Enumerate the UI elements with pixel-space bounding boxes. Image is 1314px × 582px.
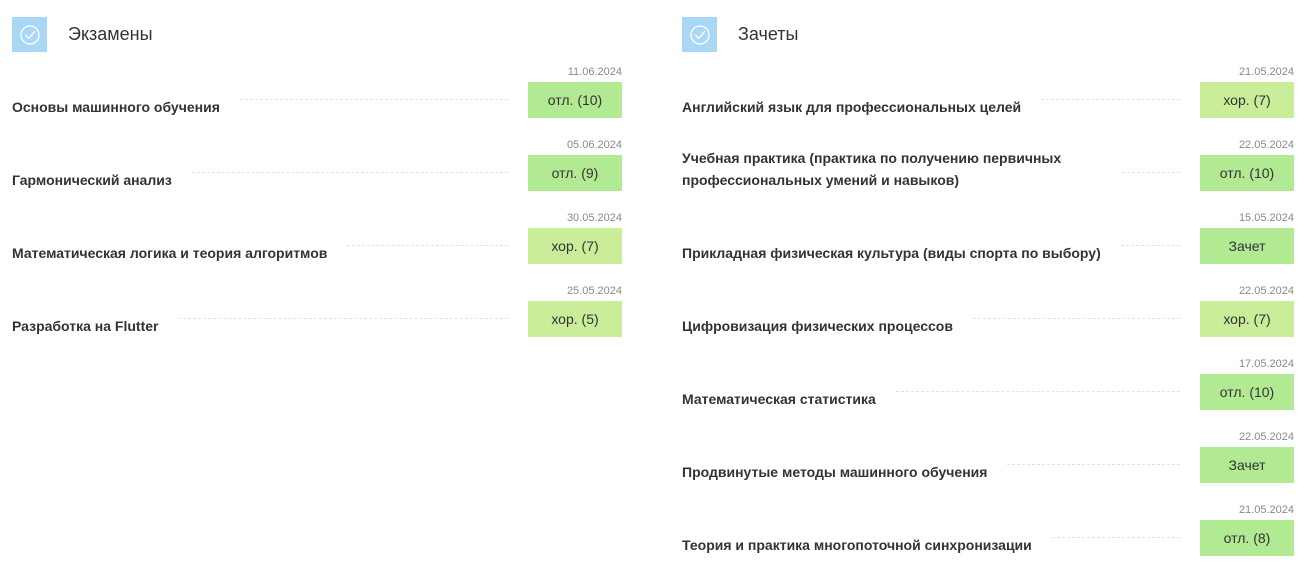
grade-column: 21.05.2024 хор. (7) bbox=[1200, 66, 1294, 118]
grade-date: 25.05.2024 bbox=[566, 285, 622, 297]
grade-date: 30.05.2024 bbox=[566, 212, 622, 224]
subject-name: Основы машинного обучения bbox=[12, 99, 220, 115]
grade-badge: отл. (8) bbox=[1200, 520, 1294, 556]
grade-row: Гармонический анализ 05.06.2024 отл. (9) bbox=[12, 139, 622, 191]
grade-date: 21.05.2024 bbox=[1238, 504, 1294, 516]
check-circle-icon bbox=[12, 17, 47, 52]
exams-header: Экзамены bbox=[12, 17, 622, 52]
subject-name: Учебная практика (практика по получению … bbox=[682, 150, 1062, 188]
dotted-leader bbox=[972, 318, 1180, 319]
grade-date: 11.06.2024 bbox=[567, 66, 622, 78]
grade-date: 05.06.2024 bbox=[566, 139, 622, 151]
exams-list: Основы машинного обучения 11.06.2024 отл. … bbox=[12, 66, 622, 337]
subject-name: Продвинутые методы машинного обучения bbox=[682, 464, 988, 480]
dotted-leader bbox=[1122, 172, 1180, 173]
subject-name: Английский язык для профессиональных цел… bbox=[682, 99, 1022, 115]
grade-row: Теория и практика многопоточной синхрони… bbox=[682, 504, 1294, 556]
subject-name: Гармонический анализ bbox=[12, 172, 172, 188]
credits-title: Зачеты bbox=[738, 24, 799, 44]
check-circle-icon bbox=[682, 17, 717, 52]
exams-title: Экзамены bbox=[68, 24, 153, 44]
grade-column: 21.05.2024 отл. (8) bbox=[1200, 504, 1294, 556]
grade-date: 22.05.2024 bbox=[1238, 285, 1294, 297]
credits-section: Зачеты Английский язык для профессиональ… bbox=[682, 17, 1294, 556]
grade-badge: Зачет bbox=[1200, 447, 1294, 483]
dotted-leader bbox=[1051, 537, 1180, 538]
grade-badge: хор. (7) bbox=[528, 228, 622, 264]
grade-column: 17.05.2024 отл. (10) bbox=[1200, 358, 1294, 410]
grade-badge: отл. (10) bbox=[1200, 155, 1294, 191]
grade-row: Основы машинного обучения 11.06.2024 отл. … bbox=[12, 66, 622, 118]
grade-badge: хор. (5) bbox=[528, 301, 622, 337]
dotted-leader bbox=[191, 172, 508, 173]
credits-header: Зачеты bbox=[682, 17, 1294, 52]
subject-name: Математическая статистика bbox=[682, 391, 876, 407]
dotted-leader bbox=[347, 245, 508, 246]
subject-name: Разработка на Flutter bbox=[12, 318, 159, 334]
grade-column: 25.05.2024 хор. (5) bbox=[528, 285, 622, 337]
subject-name: Прикладная физическая культура (виды спо… bbox=[682, 245, 1101, 261]
grade-date: 22.05.2024 bbox=[1238, 431, 1294, 443]
dotted-leader bbox=[895, 391, 1180, 392]
credits-list: Английский язык для профессиональных цел… bbox=[682, 66, 1294, 556]
grade-badge: хор. (7) bbox=[1200, 82, 1294, 118]
grade-column: 15.05.2024 Зачет bbox=[1200, 212, 1294, 264]
subject-name: Теория и практика многопоточной синхрони… bbox=[682, 537, 1032, 553]
dotted-leader bbox=[1007, 464, 1180, 465]
dotted-leader bbox=[178, 318, 508, 319]
grade-column: 22.05.2024 Зачет bbox=[1200, 431, 1294, 483]
grade-badge: отл. (10) bbox=[1200, 374, 1294, 410]
grade-column: 22.05.2024 отл. (10) bbox=[1200, 139, 1294, 191]
grade-row: Прикладная физическая культура (виды спо… bbox=[682, 212, 1294, 264]
grade-column: 22.05.2024 хор. (7) bbox=[1200, 285, 1294, 337]
grade-row: Разработка на Flutter 25.05.2024 хор. (5) bbox=[12, 285, 622, 337]
grade-column: 11.06.2024 отл. (10) bbox=[528, 66, 622, 118]
grade-row: Продвинутые методы машинного обучения 22.… bbox=[682, 431, 1294, 483]
subject-name: Математическая логика и теория алгоритмо… bbox=[12, 245, 328, 261]
dotted-leader bbox=[1041, 99, 1180, 100]
grade-date: 17.05.2024 bbox=[1238, 358, 1294, 370]
grade-date: 15.05.2024 bbox=[1238, 212, 1294, 224]
grade-row: Математическая логика и теория алгоритмо… bbox=[12, 212, 622, 264]
dotted-leader bbox=[1120, 245, 1180, 246]
grade-date: 21.05.2024 bbox=[1238, 66, 1294, 78]
grade-row: Английский язык для профессиональных цел… bbox=[682, 66, 1294, 118]
grade-badge: Зачет bbox=[1200, 228, 1294, 264]
exams-section: Экзамены Основы машинного обучения 11.06.… bbox=[12, 17, 622, 337]
grade-badge: хор. (7) bbox=[1200, 301, 1294, 337]
grade-badge: отл. (9) bbox=[528, 155, 622, 191]
grade-column: 30.05.2024 хор. (7) bbox=[528, 212, 622, 264]
grade-badge: отл. (10) bbox=[528, 82, 622, 118]
grade-date: 22.05.2024 bbox=[1238, 139, 1294, 151]
dotted-leader bbox=[239, 99, 508, 100]
subject-name: Цифровизация физических процессов bbox=[682, 318, 953, 334]
grade-row: Цифровизация физических процессов 22.05.2… bbox=[682, 285, 1294, 337]
grade-row: Учебная практика (практика по получению … bbox=[682, 139, 1294, 191]
grade-row: Математическая статистика 17.05.2024 отл. … bbox=[682, 358, 1294, 410]
grade-column: 05.06.2024 отл. (9) bbox=[528, 139, 622, 191]
